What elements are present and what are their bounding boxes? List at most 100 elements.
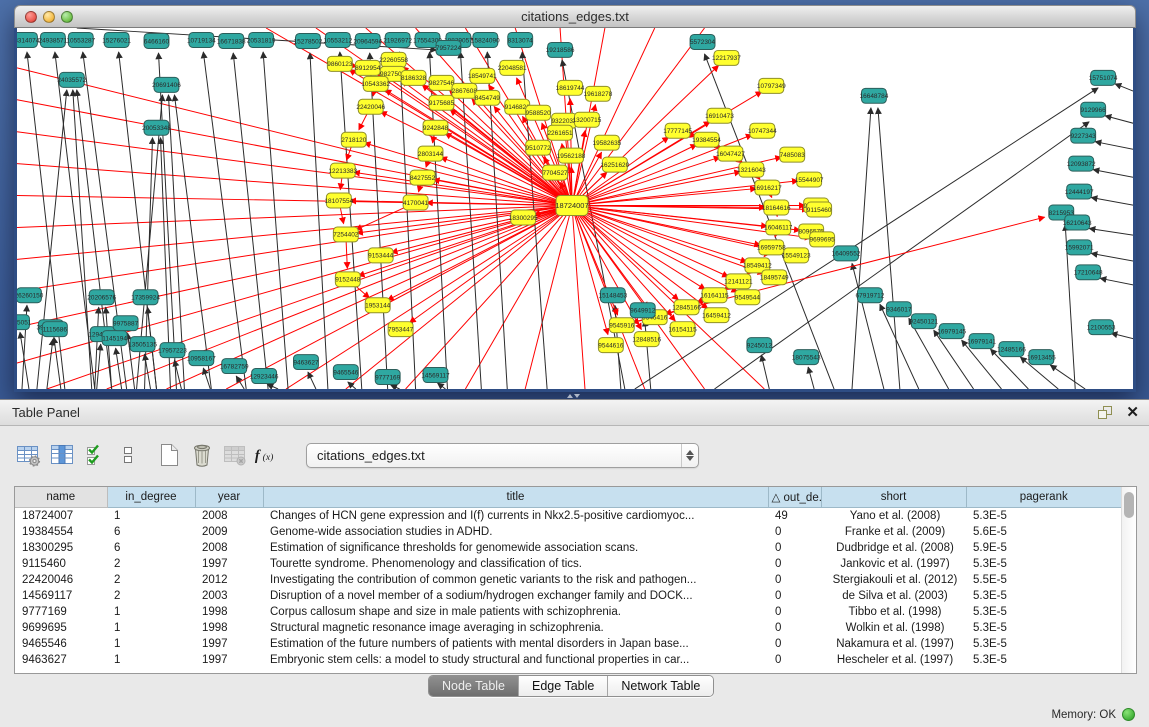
column-header-out_de[interactable]: △ out_de... <box>768 487 821 507</box>
graph-node[interactable]: 7953447 <box>388 322 414 337</box>
graph-node[interactable]: 9649912 <box>630 303 656 318</box>
column-header-in_degree[interactable]: in_degree <box>107 487 195 507</box>
graph-node[interactable]: 16210643 <box>1063 215 1092 230</box>
graph-node[interactable]: 13200715 <box>573 112 602 127</box>
graph-node[interactable]: 2718120 <box>341 132 367 147</box>
graph-node[interactable]: 19582635 <box>593 135 622 150</box>
graph-node[interactable]: 16671838 <box>217 33 246 48</box>
graph-node[interactable]: 17957223 <box>158 343 187 358</box>
graph-node[interactable]: 16910473 <box>705 108 734 123</box>
table-cell[interactable]: 6 <box>107 540 195 556</box>
table-cell[interactable]: 2008 <box>195 507 263 524</box>
table-cell[interactable]: 2003 <box>195 588 263 604</box>
graph-node[interactable]: 17210648 <box>1074 265 1103 280</box>
graph-node[interactable]: 9777169 <box>375 370 401 385</box>
graph-node[interactable]: 20206576 <box>87 290 116 305</box>
graph-node[interactable]: 16046117 <box>764 220 793 235</box>
table-cell[interactable]: 0 <box>768 556 821 572</box>
table-settings-icon[interactable] <box>14 440 43 470</box>
table-cell[interactable]: 49 <box>768 507 821 524</box>
graph-node[interactable]: 20531819 <box>247 32 276 47</box>
table-cell[interactable]: 5.3E-5 <box>966 636 1121 652</box>
graph-node[interactable]: 6466160 <box>144 33 170 48</box>
graph-node[interactable]: 16913455 <box>1027 350 1056 365</box>
table-cell[interactable]: Wolkin et al. (1998) <box>821 620 966 636</box>
graph-node[interactable]: 7254402 <box>333 227 359 242</box>
table-cell[interactable]: 0 <box>768 652 821 668</box>
table-cell[interactable]: 5.3E-5 <box>966 652 1121 668</box>
table-cell[interactable]: 9463627 <box>15 652 107 668</box>
graph-node[interactable]: 9153444 <box>368 248 394 263</box>
graph-node[interactable]: 14569117 <box>421 368 450 383</box>
table-cell[interactable]: Franke et al. (2009) <box>821 524 966 540</box>
table-cell[interactable]: 5.3E-5 <box>966 620 1121 636</box>
table-cell[interactable]: 0 <box>768 604 821 620</box>
table-cell[interactable]: 5.5E-5 <box>966 572 1121 588</box>
table-cell[interactable]: 1998 <box>195 620 263 636</box>
graph-node[interactable]: 12923446 <box>250 369 279 384</box>
graph-node[interactable]: 9588520 <box>526 105 552 120</box>
graph-node[interactable]: 12100553 <box>1087 320 1116 335</box>
table-cell[interactable]: 1 <box>107 620 195 636</box>
graph-node[interactable]: 16916217 <box>753 180 782 195</box>
table-cell[interactable]: 14569117 <box>15 588 107 604</box>
table-cell[interactable]: Hescheler et al. (1997) <box>821 652 966 668</box>
graph-node[interactable]: 18495749 <box>760 270 789 285</box>
close-window-button[interactable] <box>25 11 37 23</box>
graph-node[interactable]: 8313074 <box>508 32 534 47</box>
graph-node[interactable]: 20964594 <box>353 33 382 48</box>
graph-node[interactable]: 15824090 <box>471 32 500 47</box>
graph-node[interactable]: 8427552 <box>410 170 436 185</box>
graph-node[interactable]: 8912954 <box>355 60 381 75</box>
graph-node[interactable]: 16154115 <box>668 322 697 337</box>
graph-node[interactable]: 12485166 <box>997 342 1026 357</box>
graph-node[interactable]: 16648784 <box>860 88 889 103</box>
table-row[interactable]: 969969511998Structural magnetic resonanc… <box>15 620 1121 636</box>
table-cell[interactable]: 0 <box>768 636 821 652</box>
table-cell[interactable]: 1 <box>107 652 195 668</box>
graph-node[interactable]: 19315051 <box>17 315 32 330</box>
table-cell[interactable]: Tibbo et al. (1998) <box>821 604 966 620</box>
table-cell[interactable]: 19384554 <box>15 524 107 540</box>
graph-node[interactable]: 15992071 <box>1065 240 1094 255</box>
graph-node[interactable]: 26260150 <box>17 288 44 303</box>
graph-node[interactable]: 10958167 <box>187 351 216 366</box>
table-row[interactable]: 1872400712008Changes of HCN gene express… <box>15 507 1121 524</box>
table-cell[interactable]: 6 <box>107 524 195 540</box>
graph-node[interactable]: 9827546 <box>429 75 455 90</box>
graph-node[interactable]: 12217937 <box>712 50 741 65</box>
graph-node[interactable]: 12213383 <box>328 163 357 178</box>
new-table-icon[interactable] <box>154 440 183 470</box>
table-cell[interactable]: Disruption of a novel member of a sodium… <box>263 588 768 604</box>
graph-node[interactable]: 10747344 <box>748 123 777 138</box>
graph-node[interactable]: 9463627 <box>293 355 319 370</box>
table-row[interactable]: 1938455462009Genome-wide association stu… <box>15 524 1121 540</box>
graph-node[interactable]: 24938571 <box>38 32 67 47</box>
column-header-title[interactable]: title <box>263 487 768 507</box>
graph-node[interactable]: 19384554 <box>692 132 721 147</box>
table-cell[interactable]: Jankovic et al. (1997) <box>821 556 966 572</box>
table-cell[interactable]: de Silva et al. (2003) <box>821 588 966 604</box>
table-cell[interactable]: 5.3E-5 <box>966 556 1121 572</box>
table-selector-dropdown[interactable]: citations_edges.txt <box>306 443 699 468</box>
table-cell[interactable]: 0 <box>768 620 821 636</box>
table-cell[interactable]: 22420046 <box>15 572 107 588</box>
tab-network-table[interactable]: Network Table <box>608 676 713 696</box>
table-cell[interactable]: 2 <box>107 556 195 572</box>
table-cell[interactable]: 9465546 <box>15 636 107 652</box>
table-cell[interactable]: Dudbridge et al. (2008) <box>821 540 966 556</box>
table-cell[interactable]: Tourette syndrome. Phenomenology and cla… <box>263 556 768 572</box>
table-cell[interactable]: 0 <box>768 588 821 604</box>
graph-node[interactable]: 67919712 <box>856 288 885 303</box>
graph-node[interactable]: 16459412 <box>702 308 731 323</box>
graph-node[interactable]: 24035572 <box>57 72 86 87</box>
graph-node[interactable]: 15148453 <box>598 288 627 303</box>
column-header-pagerank[interactable]: pagerank <box>966 487 1121 507</box>
graph-node[interactable]: 22420046 <box>356 99 385 114</box>
table-cell[interactable]: 2012 <box>195 572 263 588</box>
graph-node[interactable]: 9227343 <box>1071 128 1097 143</box>
graph-node[interactable]: 9242848 <box>423 120 449 135</box>
table-row[interactable]: 911546021997Tourette syndrome. Phenomeno… <box>15 556 1121 572</box>
table-cell[interactable]: 9115460 <box>15 556 107 572</box>
graph-node[interactable]: 15544907 <box>795 172 824 187</box>
